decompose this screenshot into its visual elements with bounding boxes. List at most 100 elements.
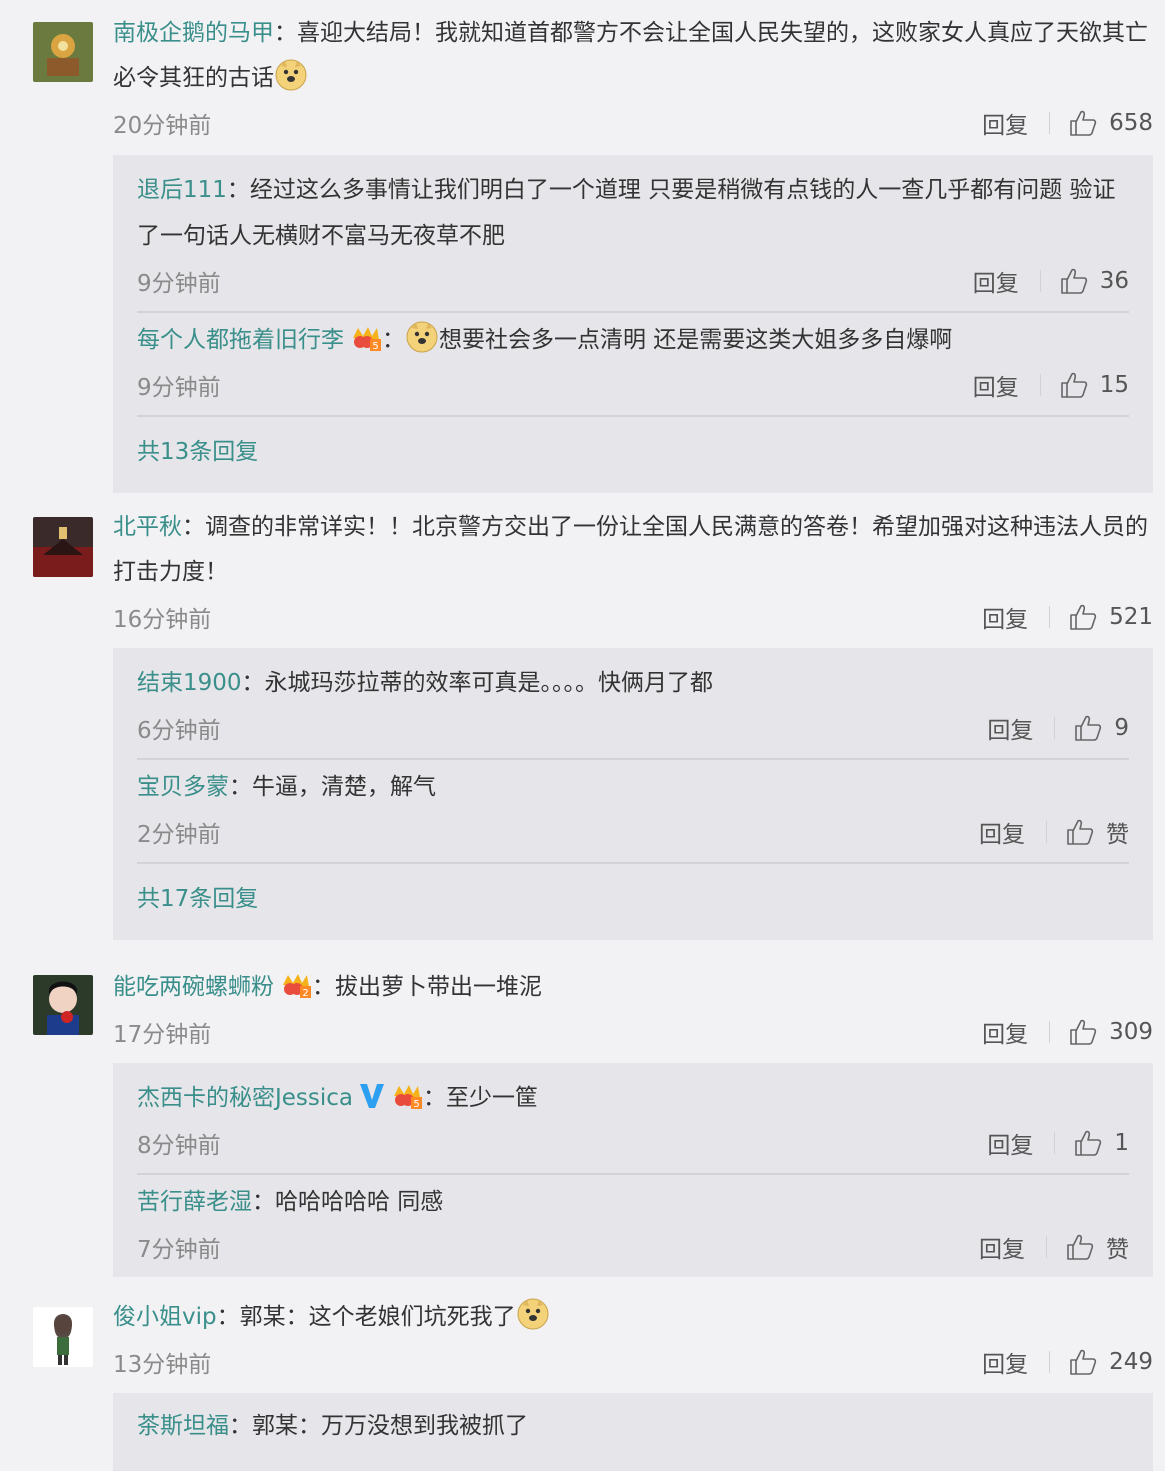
reply-item: 茶斯坦福：郭某：万万没想到我被抓了 (137, 1403, 1129, 1457)
username-link[interactable]: 每个人都拖着旧行李 (137, 327, 344, 353)
svg-text:2: 2 (302, 988, 308, 999)
crown-badge-icon[interactable]: 5 (391, 1080, 423, 1110)
timestamp: 13分钟前 (113, 1352, 212, 1378)
username-link[interactable]: 北平秋 (113, 514, 182, 540)
reply-text: 苦行薛老湿：哈哈哈哈哈 同感 (137, 1189, 444, 1215)
timestamp: 8分钟前 (137, 1133, 221, 1159)
divider (1039, 270, 1041, 292)
avatar[interactable] (33, 22, 93, 82)
like-button[interactable]: 249 (1068, 1348, 1153, 1376)
thumbs-up-icon (1070, 604, 1097, 630)
username-link[interactable]: 能吃两碗螺蛳粉 (113, 974, 274, 1000)
username-link[interactable]: 杰西卡的秘密Jessica (137, 1085, 353, 1111)
divider (1054, 717, 1056, 739)
reply-box: 结束1900：永城玛莎拉蒂的效率可真是。。。。快俩月了都 6分钟前 回复 9 宝… (113, 648, 1153, 940)
like-count: 15 (1099, 372, 1129, 398)
username-link[interactable]: 苦行薛老湿 (137, 1189, 252, 1215)
crown-badge-icon[interactable]: 5 (350, 322, 382, 352)
reply-box: 退后111：经过这么多事情让我们明白了一个道理 只要是稍微有点钱的人一查几乎都有… (113, 155, 1153, 493)
divider (1046, 821, 1047, 843)
thumbs-up-icon (1060, 372, 1087, 398)
divider (1049, 606, 1051, 628)
doge-emoji-icon (516, 1297, 550, 1331)
avatar[interactable] (33, 975, 93, 1035)
comment: 俊小姐vip：郭某：这个老娘们坑死我了 13分钟前 回复 249 茶斯坦福：郭某… (0, 1295, 1165, 1471)
reply-button[interactable]: 回复 (982, 1345, 1028, 1379)
reply-text: 杰西卡的秘密Jessica 5 ：至少一筐 (137, 1075, 1129, 1121)
reply-meta: 6分钟前 回复 9 (137, 706, 1129, 750)
timestamp: 9分钟前 (137, 375, 221, 401)
avatar[interactable] (33, 1307, 93, 1367)
like-button[interactable]: 521 (1068, 603, 1153, 631)
view-more-replies-link[interactable]: 共17条回复 (137, 868, 1129, 930)
reply-button[interactable]: 回复 (987, 711, 1033, 745)
comment-meta: 16分钟前 回复 521 (113, 595, 1153, 639)
thumbs-up-icon (1070, 1019, 1097, 1045)
reply-item: 杰西卡的秘密Jessica 5 ：至少一筐 8分钟前 回复 1 (137, 1075, 1129, 1175)
reply-body: 哈哈哈哈哈 同感 (275, 1189, 444, 1215)
like-button[interactable]: 9 (1073, 714, 1129, 742)
avatar[interactable] (33, 517, 93, 577)
divider (1049, 112, 1051, 134)
reply-item: 宝贝多蒙：牛逼，清楚，解气 2分钟前 回复 赞 (137, 764, 1129, 864)
like-button[interactable]: 658 (1068, 109, 1153, 137)
reply-text: 结束1900：永城玛莎拉蒂的效率可真是。。。。快俩月了都 (137, 670, 714, 696)
timestamp: 6分钟前 (137, 718, 221, 744)
reply-button[interactable]: 回复 (987, 1126, 1033, 1160)
reply-text: 每个人都拖着旧行李 5：想要社会多一点清明 还是需要这类大姐多多自爆啊 (137, 317, 1129, 363)
reply-button[interactable]: 回复 (982, 600, 1028, 634)
reply-body: 经过这么多事情让我们明白了一个道理 只要是稍微有点钱的人一查几乎都有问题 验证了… (137, 177, 1116, 249)
comment-text: 俊小姐vip：郭某：这个老娘们坑死我了 (113, 1295, 1153, 1340)
reply-button[interactable]: 回复 (979, 1230, 1025, 1264)
reply-body: 郭某：万万没想到我被抓了 (252, 1413, 528, 1439)
reply-button[interactable]: 回复 (979, 815, 1025, 849)
like-count: 658 (1109, 110, 1153, 136)
username-link[interactable]: 结束1900 (137, 670, 242, 696)
svg-text:5: 5 (372, 341, 378, 352)
thumbs-up-icon (1067, 1234, 1094, 1260)
like-button[interactable]: 赞 (1065, 815, 1129, 849)
doge-emoji-icon (405, 320, 439, 354)
reply-box: 茶斯坦福：郭某：万万没想到我被抓了 (113, 1393, 1153, 1471)
comment: 南极企鹅的马甲：喜迎大结局！我就知道首都警方不会让全国人民失望的，这败家女人真应… (0, 11, 1165, 493)
like-count: 309 (1109, 1019, 1153, 1045)
divider (1049, 1351, 1051, 1373)
like-count: 赞 (1106, 1237, 1129, 1263)
comment-text: 能吃两碗螺蛳粉 2 ：拔出萝卜带出一堆泥 (113, 965, 1153, 1010)
divider (1049, 1021, 1051, 1043)
like-count: 1 (1114, 1130, 1129, 1156)
comment-meta: 20分钟前 回复 658 (113, 101, 1153, 145)
timestamp: 17分钟前 (113, 1022, 212, 1048)
comment-meta: 13分钟前 回复 249 (113, 1340, 1153, 1384)
timestamp: 16分钟前 (113, 607, 212, 633)
thumbs-up-icon (1075, 715, 1102, 741)
like-button[interactable]: 1 (1073, 1129, 1129, 1157)
crown-badge-icon[interactable]: 2 (280, 970, 312, 999)
reply-item: 每个人都拖着旧行李 5：想要社会多一点清明 还是需要这类大姐多多自爆啊 9分钟前 … (137, 317, 1129, 417)
blue-v-verified-icon (359, 1080, 385, 1110)
reply-button[interactable]: 回复 (982, 106, 1028, 140)
reply-body: 牛逼，清楚，解气 (252, 774, 436, 800)
reply-button[interactable]: 回复 (982, 1015, 1028, 1049)
username-link[interactable]: 宝贝多蒙 (137, 774, 229, 800)
reply-item: 退后111：经过这么多事情让我们明白了一个道理 只要是稍微有点钱的人一查几乎都有… (137, 167, 1129, 313)
view-more-replies-link[interactable]: 共13条回复 (137, 421, 1129, 483)
username-link[interactable]: 退后111 (137, 177, 227, 203)
reply-body: 永城玛莎拉蒂的效率可真是。。。。快俩月了都 (264, 670, 714, 696)
comment: 北平秋：调查的非常详实！！北京警方交出了一份让全国人民满意的答卷！希望加强对这种… (0, 505, 1165, 940)
reply-button[interactable]: 回复 (973, 368, 1019, 402)
reply-button[interactable]: 回复 (973, 264, 1019, 298)
like-button[interactable]: 309 (1068, 1018, 1153, 1046)
reply-meta: 9分钟前 回复 15 (137, 363, 1129, 407)
thumbs-up-icon (1070, 1349, 1097, 1375)
username-link[interactable]: 南极企鹅的马甲 (113, 20, 274, 46)
like-button[interactable]: 赞 (1065, 1230, 1129, 1264)
timestamp: 2分钟前 (137, 822, 221, 848)
like-button[interactable]: 15 (1059, 371, 1129, 399)
reply-meta: 8分钟前 回复 1 (137, 1121, 1129, 1165)
like-button[interactable]: 36 (1059, 267, 1129, 295)
username-link[interactable]: 俊小姐vip (113, 1304, 217, 1330)
thumbs-up-icon (1067, 819, 1094, 845)
username-link[interactable]: 茶斯坦福 (137, 1413, 229, 1439)
reply-text: 退后111：经过这么多事情让我们明白了一个道理 只要是稍微有点钱的人一查几乎都有… (137, 177, 1116, 249)
